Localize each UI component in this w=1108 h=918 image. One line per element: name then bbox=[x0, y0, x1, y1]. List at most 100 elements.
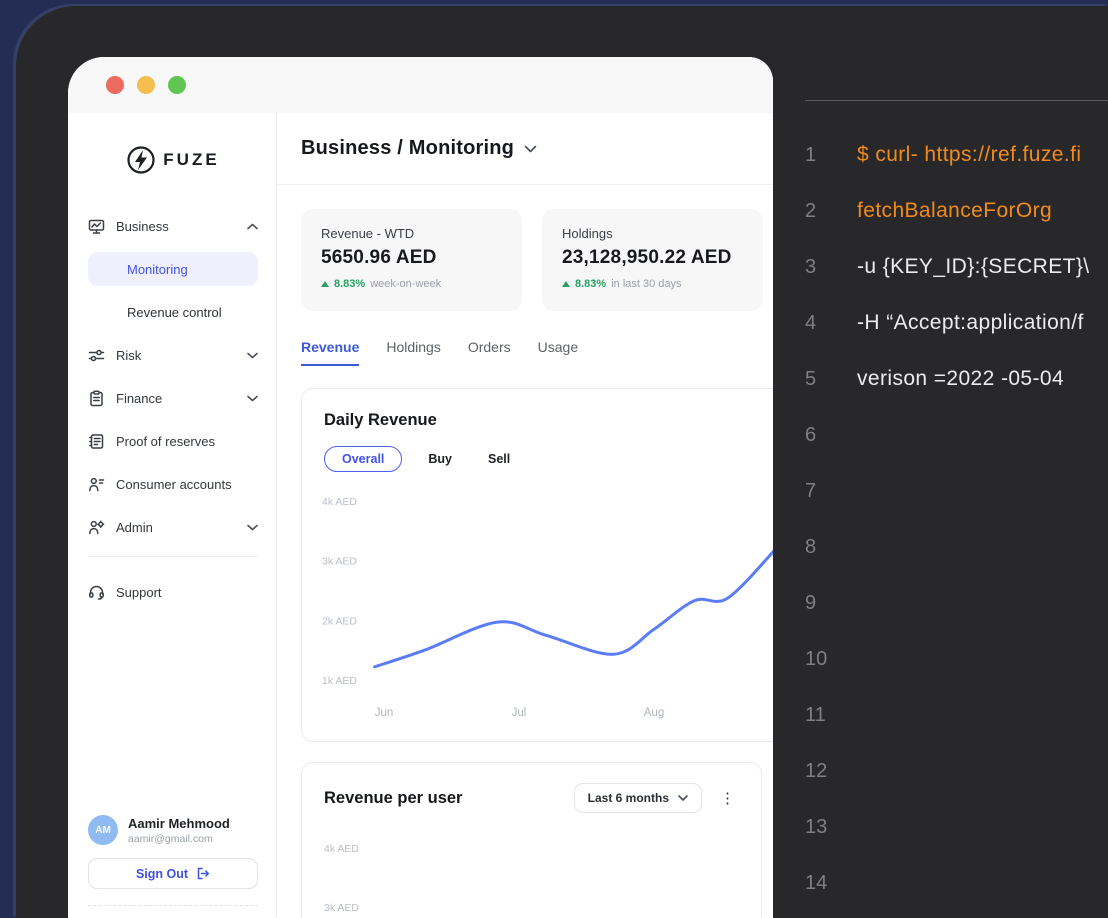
daily-revenue-card: Daily Revenue Overall Buy Sell 4k AED 3k … bbox=[301, 388, 773, 742]
chevron-down-icon[interactable] bbox=[524, 145, 537, 153]
code-line: 7 bbox=[805, 463, 1108, 519]
line-number: 3 bbox=[805, 256, 835, 279]
sidebar-item-proof-of-reserves[interactable]: Proof of reserves bbox=[88, 424, 258, 458]
line-number: 8 bbox=[805, 536, 835, 559]
code-line: 2fetchBalanceForOrg bbox=[805, 183, 1108, 239]
user-email: aamir@gmail.com bbox=[128, 833, 230, 845]
stat-value: 23,128,950.22 AED bbox=[562, 247, 743, 269]
minimize-window-icon[interactable] bbox=[137, 76, 155, 94]
tab-holdings[interactable]: Holdings bbox=[386, 339, 440, 366]
axis-tick-label: 3k AED bbox=[324, 902, 739, 914]
sidebar-item-revenue-control[interactable]: Revenue control bbox=[88, 295, 258, 329]
axis-tick-label: 1k AED bbox=[322, 675, 357, 687]
axis-tick-label: 2k AED bbox=[322, 615, 357, 627]
tab-revenue[interactable]: Revenue bbox=[301, 339, 359, 366]
chevron-down-icon bbox=[247, 352, 258, 359]
sidebar-item-label: Admin bbox=[116, 520, 236, 535]
axis-tick-label: 4k AED bbox=[324, 843, 739, 855]
code-line: 9 bbox=[805, 575, 1108, 631]
revenue-line-series bbox=[375, 545, 773, 667]
code-text: -u {KEY_ID}:{SECRET}\ bbox=[857, 255, 1090, 279]
sidebar-item-support[interactable]: Support bbox=[88, 575, 258, 609]
delta-note: in last 30 days bbox=[611, 278, 681, 290]
line-number: 2 bbox=[805, 200, 835, 223]
code-line: 5verison =2022 -05-04 bbox=[805, 351, 1108, 407]
code-line: 10 bbox=[805, 631, 1108, 687]
sidebar-item-monitoring[interactable]: Monitoring bbox=[88, 252, 258, 286]
user-block: AM Aamir Mehmood aamir@gmail.com Sign Ou… bbox=[88, 815, 258, 906]
line-number: 7 bbox=[805, 480, 835, 503]
window-titlebar bbox=[68, 57, 773, 113]
filter-sell[interactable]: Sell bbox=[478, 447, 520, 471]
code-line: 6 bbox=[805, 407, 1108, 463]
range-select[interactable]: Last 6 months bbox=[574, 783, 702, 813]
headset-icon bbox=[88, 584, 105, 601]
sidebar-item-business[interactable]: Business bbox=[88, 209, 258, 243]
dashboard-window: FUZE Business Monitoring Reven bbox=[68, 57, 773, 918]
line-number: 14 bbox=[805, 872, 835, 895]
line-number: 12 bbox=[805, 760, 835, 783]
line-number: 1 bbox=[805, 144, 835, 167]
card-title: Daily Revenue bbox=[302, 411, 773, 430]
code-lines: 1 $ curl- https://ref.fuze.fi 2fetchBalanc… bbox=[805, 101, 1108, 911]
filter-overall[interactable]: Overall bbox=[324, 446, 402, 472]
axis-tick-label: 3k AED bbox=[322, 556, 357, 568]
sidebar-item-label: Consumer accounts bbox=[116, 477, 258, 492]
line-number: 6 bbox=[805, 424, 835, 447]
main-content: Business / Monitoring Revenue - WTD 5650… bbox=[277, 113, 773, 918]
code-line: 3 -u {KEY_ID}:{SECRET}\ bbox=[805, 239, 1108, 295]
monitor-chart-icon bbox=[88, 218, 105, 235]
kebab-menu-icon[interactable]: ⋮ bbox=[716, 789, 739, 808]
code-panel: 1 $ curl- https://ref.fuze.fi 2fetchBalanc… bbox=[805, 0, 1108, 918]
stat-label: Holdings bbox=[562, 226, 743, 241]
code-line: 14 bbox=[805, 855, 1108, 911]
chart-filters: Overall Buy Sell bbox=[324, 446, 773, 472]
logout-icon bbox=[196, 867, 210, 880]
delta-up-icon bbox=[321, 281, 329, 287]
axis-tick-label: Jul bbox=[512, 707, 527, 719]
chevron-down-icon bbox=[678, 795, 688, 801]
expand-window-icon[interactable] bbox=[168, 76, 186, 94]
stat-card-revenue-wtd: Revenue - WTD 5650.96 AED 8.83% week-on-… bbox=[301, 209, 522, 311]
stat-value: 5650.96 AED bbox=[321, 247, 502, 269]
sidebar-item-risk[interactable]: Risk bbox=[88, 338, 258, 372]
sidebar-item-label: Support bbox=[116, 585, 258, 600]
line-number: 5 bbox=[805, 368, 835, 391]
avatar: AM bbox=[88, 815, 118, 845]
sidebar-divider bbox=[88, 556, 258, 557]
filter-buy[interactable]: Buy bbox=[418, 447, 462, 471]
delta-percent: 8.83% bbox=[334, 278, 365, 290]
sidebar-nav: Business Monitoring Revenue control Risk bbox=[88, 209, 258, 618]
document-icon bbox=[88, 433, 105, 450]
sidebar-item-consumer-accounts[interactable]: Consumer accounts bbox=[88, 467, 258, 501]
lightning-bolt-icon bbox=[126, 145, 156, 175]
breadcrumb[interactable]: Business / Monitoring bbox=[301, 137, 514, 160]
code-text: $ curl- https://ref.fuze.fi bbox=[857, 143, 1081, 167]
delta-up-icon bbox=[562, 281, 570, 287]
close-window-icon[interactable] bbox=[106, 76, 124, 94]
card-title: Revenue per user bbox=[324, 789, 462, 808]
tab-orders[interactable]: Orders bbox=[468, 339, 511, 366]
sign-out-button[interactable]: Sign Out bbox=[88, 858, 258, 889]
code-line: 8 bbox=[805, 519, 1108, 575]
range-label: Last 6 months bbox=[588, 791, 669, 805]
sidebar-item-label: Risk bbox=[116, 348, 236, 363]
chevron-down-icon bbox=[247, 524, 258, 531]
sidebar-item-label: Business bbox=[116, 219, 236, 234]
fuze-logo: FUZE bbox=[88, 137, 258, 183]
stat-label: Revenue - WTD bbox=[321, 226, 502, 241]
code-line: 12 bbox=[805, 743, 1108, 799]
line-number: 9 bbox=[805, 592, 835, 615]
daily-revenue-chart: 4k AED 3k AED 2k AED 1k AED Jun Jul Aug bbox=[302, 476, 773, 741]
tab-usage[interactable]: Usage bbox=[538, 339, 578, 366]
chevron-up-icon bbox=[247, 223, 258, 230]
logo-wordmark: FUZE bbox=[163, 150, 219, 170]
axis-tick-label: Jun bbox=[375, 707, 394, 719]
axis-tick-label: Aug bbox=[644, 707, 664, 719]
chevron-down-icon bbox=[247, 395, 258, 402]
axis-tick-label: 4k AED bbox=[322, 496, 357, 508]
sidebar-item-admin[interactable]: Admin bbox=[88, 510, 258, 544]
sidebar-item-finance[interactable]: Finance bbox=[88, 381, 258, 415]
code-line: 4-H “Accept:application/f bbox=[805, 295, 1108, 351]
page-header: Business / Monitoring bbox=[277, 113, 773, 185]
